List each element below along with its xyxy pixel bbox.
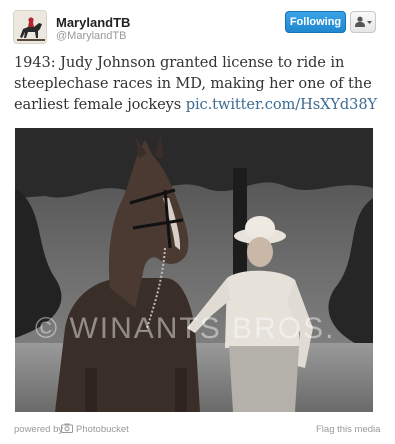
horse-rider-avatar-icon bbox=[14, 11, 46, 43]
media-footer: powered by Photobucket Flag this media bbox=[0, 420, 395, 440]
following-button[interactable]: Following bbox=[285, 11, 346, 33]
flag-media-link[interactable]: Flag this media bbox=[316, 424, 380, 435]
powered-by-label: powered by bbox=[14, 424, 64, 435]
tweet-header: MarylandTB @MarylandTB Following bbox=[0, 0, 395, 50]
camera-icon bbox=[61, 423, 73, 433]
screen-name[interactable]: @MarylandTB bbox=[56, 30, 126, 42]
display-name[interactable]: MarylandTB bbox=[56, 15, 130, 30]
avatar[interactable] bbox=[13, 10, 47, 44]
tweet-media-link[interactable]: pic.twitter.com/HsXYd38Y bbox=[186, 96, 377, 113]
photo-image: © WINANTS BROS. bbox=[15, 128, 373, 412]
user-actions-button[interactable] bbox=[350, 11, 376, 33]
tweet-text: 1943: Judy Johnson granted license to ri… bbox=[14, 52, 384, 115]
tweet-photo[interactable]: © WINANTS BROS. bbox=[15, 128, 373, 412]
photo-watermark: © WINANTS BROS. bbox=[35, 312, 335, 345]
provider-name[interactable]: Photobucket bbox=[76, 424, 129, 435]
person-dropdown-icon bbox=[355, 16, 372, 27]
